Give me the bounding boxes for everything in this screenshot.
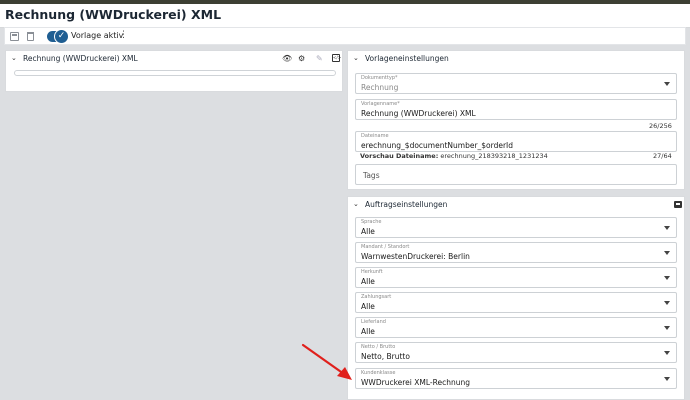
customer-class-select[interactable]: Kundenklasse WWDruckerei XML-Rechnung	[355, 368, 677, 389]
origin-select[interactable]: Herkunft Alle	[355, 267, 677, 288]
caret-down-icon	[664, 226, 670, 230]
eye-icon[interactable]: 👁	[282, 54, 292, 63]
template-name-field[interactable]: Vorlagenname* Rechnung (WWDruckerei) XML	[355, 99, 677, 120]
field-value: Alle	[361, 277, 375, 286]
tags-field[interactable]: Tags	[355, 164, 677, 185]
edit-icon[interactable]	[674, 201, 682, 208]
language-select[interactable]: Sprache Alle	[355, 217, 677, 238]
more-vertical-icon[interactable]: ⋮	[119, 30, 128, 40]
code-icon[interactable]: </>	[332, 54, 341, 62]
save-icon[interactable]	[10, 32, 19, 41]
tags-placeholder: Tags	[363, 171, 380, 180]
chevron-down-icon[interactable]: ⌄	[11, 54, 19, 62]
trash-icon[interactable]	[27, 32, 34, 41]
toggle-label: Vorlage aktiv	[71, 31, 124, 40]
caret-down-icon	[664, 276, 670, 280]
document-type-select[interactable]: Dokumenttyp* Rechnung	[355, 73, 677, 94]
active-toggle[interactable]: ✓	[47, 29, 69, 44]
caret-down-icon	[664, 251, 670, 255]
field-label: Kundenklasse	[361, 370, 396, 376]
field-value: Netto, Brutto	[361, 352, 410, 361]
field-label: Sprache	[361, 219, 382, 225]
field-value: Alle	[361, 302, 375, 311]
char-counter: 26/256	[649, 122, 672, 130]
preview-label: Vorschau Dateiname:	[360, 152, 439, 160]
panel-header: ⌄ Vorlageneinstellungen	[348, 51, 684, 67]
order-settings-panel: ⌄ Auftragseinstellungen Sprache Alle Man…	[347, 196, 685, 400]
template-settings-panel: ⌄ Vorlageneinstellungen Dokumenttyp* Rec…	[347, 50, 685, 190]
field-label: Zahlungsart	[361, 294, 392, 300]
field-value: Alle	[361, 227, 375, 236]
field-value: WarnwestenDruckerei: Berlin	[361, 252, 470, 261]
field-label: Mandant / Standort	[361, 244, 410, 250]
field-value: erechnung_$documentNumber_$orderId	[361, 141, 514, 150]
field-value: Rechnung (WWDruckerei) XML	[361, 109, 476, 118]
caret-down-icon	[664, 301, 670, 305]
page-header: Rechnung (WWDruckerei) XML	[0, 4, 690, 28]
preview-bar	[14, 70, 336, 76]
field-label: Netto / Brutto	[361, 344, 396, 350]
char-counter: 27/64	[653, 152, 672, 160]
field-label: Dateiname	[361, 133, 389, 139]
preview-value: erechnung_218393218_1231234	[440, 152, 548, 160]
check-icon: ✓	[54, 29, 69, 44]
gear-icon[interactable]: ⚙	[298, 54, 305, 63]
field-value: Alle	[361, 327, 375, 336]
caret-down-icon	[664, 351, 670, 355]
field-value: Rechnung	[361, 83, 399, 92]
caret-down-icon	[664, 326, 670, 330]
client-location-select[interactable]: Mandant / Standort WarnwestenDruckerei: …	[355, 242, 677, 263]
field-label: Herkunft	[361, 269, 383, 275]
field-label: Lieferland	[361, 319, 386, 325]
caret-down-icon	[664, 82, 670, 86]
field-label: Dokumenttyp*	[361, 75, 398, 81]
filename-preview: Vorschau Dateiname: erechnung_218393218_…	[360, 152, 548, 160]
panel-title: Rechnung (WWDruckerei) XML	[23, 54, 138, 63]
caret-down-icon	[664, 377, 670, 381]
pencil-icon[interactable]: ✎	[316, 54, 323, 63]
chevron-down-icon[interactable]: ⌄	[353, 200, 361, 208]
template-preview-panel: ⌄ Rechnung (WWDruckerei) XML 👁 ⚙ ✎ </>	[5, 50, 343, 92]
net-gross-select[interactable]: Netto / Brutto Netto, Brutto	[355, 342, 677, 363]
payment-method-select[interactable]: Zahlungsart Alle	[355, 292, 677, 313]
page-title: Rechnung (WWDruckerei) XML	[5, 7, 222, 22]
panel-header: ⌄ Auftragseinstellungen	[348, 197, 684, 213]
annotation-arrow	[301, 343, 352, 380]
filename-field[interactable]: Dateiname erechnung_$documentNumber_$ord…	[355, 131, 677, 152]
panel-title: Auftragseinstellungen	[365, 200, 448, 209]
panel-title: Vorlageneinstellungen	[365, 54, 449, 63]
delivery-country-select[interactable]: Lieferland Alle	[355, 317, 677, 338]
panel-header: ⌄ Rechnung (WWDruckerei) XML 👁 ⚙ ✎ </>	[6, 51, 342, 67]
field-value: WWDruckerei XML-Rechnung	[361, 378, 471, 387]
field-label: Vorlagenname*	[361, 101, 400, 107]
chevron-down-icon[interactable]: ⌄	[353, 54, 361, 62]
toolbar: ✓ Vorlage aktiv ⋮	[4, 27, 686, 45]
